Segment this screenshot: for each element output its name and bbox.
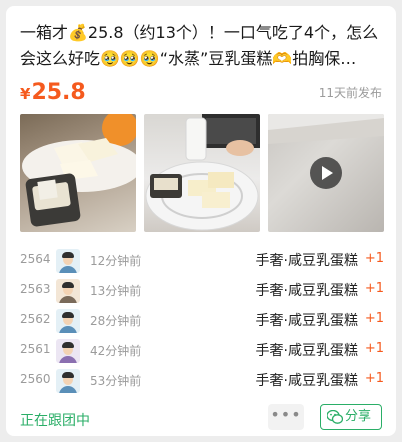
order-item: 手奢·咸豆乳蛋糕 bbox=[255, 313, 358, 329]
order-qty: +1 bbox=[364, 251, 384, 266]
product-photo[interactable] bbox=[144, 114, 260, 232]
order-time: 53分钟前 bbox=[90, 374, 142, 388]
order-number: 2562 bbox=[20, 312, 51, 326]
wechat-icon bbox=[327, 410, 343, 424]
avatar[interactable] bbox=[56, 309, 80, 333]
avatar[interactable] bbox=[56, 279, 80, 303]
order-qty: +1 bbox=[364, 281, 384, 296]
order-item: 手奢·咸豆乳蛋糕 bbox=[255, 253, 358, 269]
avatar[interactable] bbox=[56, 249, 80, 273]
avatar[interactable] bbox=[56, 369, 80, 393]
order-time: 13分钟前 bbox=[90, 284, 142, 298]
play-icon[interactable] bbox=[310, 157, 342, 189]
order-item: 手奢·咸豆乳蛋糕 bbox=[255, 373, 358, 389]
posted-time: 11天前发布 bbox=[318, 86, 382, 100]
order-row: 2560 53分钟前 手奢·咸豆乳蛋糕 +1 bbox=[20, 366, 384, 396]
order-number: 2563 bbox=[20, 282, 51, 296]
share-button[interactable]: 分享 bbox=[320, 404, 382, 430]
avatar[interactable] bbox=[56, 339, 80, 363]
order-qty: +1 bbox=[364, 371, 384, 386]
order-item: 手奢·咸豆乳蛋糕 bbox=[255, 343, 358, 359]
group-buy-card[interactable]: 一箱才💰25.8（约13个）！一口气吃了4个，怎么会这么好吃🥹🥹🥹“水蒸”豆乳蛋… bbox=[6, 6, 396, 436]
order-qty: +1 bbox=[364, 341, 384, 356]
product-photo[interactable] bbox=[20, 114, 136, 232]
order-row: 2563 13分钟前 手奢·咸豆乳蛋糕 +1 bbox=[20, 276, 384, 306]
order-time: 42分钟前 bbox=[90, 344, 142, 358]
post-title[interactable]: 一箱才💰25.8（约13个）！一口气吃了4个，怎么会这么好吃🥹🥹🥹“水蒸”豆乳蛋… bbox=[20, 20, 384, 72]
group-status: 正在跟团中 bbox=[20, 413, 90, 429]
order-row: 2561 42分钟前 手奢·咸豆乳蛋糕 +1 bbox=[20, 336, 384, 366]
order-number: 2564 bbox=[20, 252, 51, 266]
more-button[interactable]: ••• bbox=[268, 404, 304, 430]
food-photo-icon bbox=[22, 114, 136, 227]
order-row: 2562 28分钟前 手奢·咸豆乳蛋糕 +1 bbox=[20, 306, 384, 336]
price: ¥25.8 bbox=[20, 78, 86, 109]
share-label: 分享 bbox=[345, 409, 372, 424]
photo-gallery bbox=[20, 114, 384, 232]
order-item: 手奢·咸豆乳蛋糕 bbox=[255, 283, 358, 299]
order-number: 2560 bbox=[20, 372, 51, 386]
video-thumbnail[interactable] bbox=[268, 114, 384, 232]
order-number: 2561 bbox=[20, 342, 51, 356]
order-qty: +1 bbox=[364, 311, 384, 326]
order-time: 28分钟前 bbox=[90, 314, 142, 328]
order-row: 2564 12分钟前 手奢·咸豆乳蛋糕 +1 bbox=[20, 246, 384, 276]
currency-symbol: ¥ bbox=[20, 85, 31, 103]
price-value: 25.8 bbox=[31, 80, 86, 105]
food-photo-icon bbox=[145, 114, 260, 231]
order-time: 12分钟前 bbox=[90, 254, 142, 268]
